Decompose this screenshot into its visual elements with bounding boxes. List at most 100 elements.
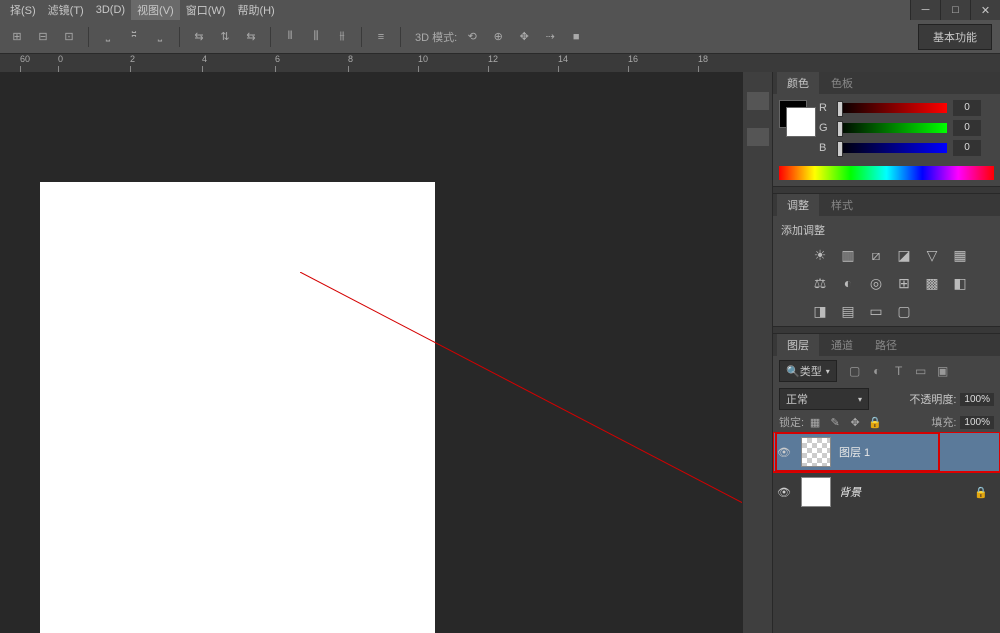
options-bar: ⊞ ⊟ ⊡ ⎵ ⎶ ⎵ ⇆ ⇅ ⇆ ⫴ ⫼ ⫵ ≡ 3D 模式: ⟲ ⊕ ✥ ⇢… <box>0 20 1000 54</box>
horizontal-ruler: 0 60 2 4 6 8 10 12 14 16 18 <box>0 54 1000 72</box>
mode-slide-icon[interactable]: ⇢ <box>539 26 561 48</box>
tab-channels[interactable]: 通道 <box>821 334 863 356</box>
layer-item[interactable]: 👁 图层 1 <box>773 432 1000 472</box>
space-icon-3[interactable]: ⫵ <box>331 26 353 48</box>
mode-orbit-icon[interactable]: ⟲ <box>461 26 483 48</box>
layer-name[interactable]: 背景 <box>839 484 861 500</box>
align-icon-1[interactable]: ⊞ <box>6 26 28 48</box>
align-icon-3[interactable]: ⊡ <box>58 26 80 48</box>
curves-icon[interactable]: ⧄ <box>867 246 885 264</box>
maximize-button[interactable]: □ <box>940 0 970 20</box>
bw-icon[interactable]: ◐ <box>839 274 857 292</box>
workspace-switcher[interactable]: 基本功能 <box>918 24 992 50</box>
filter-smart-icon[interactable]: ▣ <box>935 363 951 379</box>
align-left-icon[interactable]: ⎵ <box>97 26 119 48</box>
lock-transparent-icon[interactable]: ▦ <box>808 415 822 429</box>
layers-panel: 🔍 类型▾ ▢ ◐ T ▭ ▣ 正常▾ 不透明度: 100% <box>773 356 1000 633</box>
b-value[interactable]: 0 <box>953 140 981 156</box>
align-center-icon[interactable]: ⎶ <box>123 26 145 48</box>
menu-filter[interactable]: 滤镜(T) <box>42 0 90 20</box>
opacity-value[interactable]: 100% <box>960 393 994 406</box>
lock-icon: 🔒 <box>974 486 988 499</box>
r-slider[interactable] <box>837 103 947 113</box>
lock-position-icon[interactable]: ✥ <box>848 415 862 429</box>
canvas[interactable] <box>40 182 435 633</box>
threshold-icon[interactable]: ▤ <box>839 302 857 320</box>
fill-value[interactable]: 100% <box>960 416 994 429</box>
tab-adjustments[interactable]: 调整 <box>777 194 819 216</box>
visibility-icon[interactable]: 👁 <box>777 446 793 459</box>
menu-select[interactable]: 择(S) <box>4 0 42 20</box>
menu-bar: 择(S) 滤镜(T) 3D(D) 视图(V) 窗口(W) 帮助(H) <box>0 0 1000 20</box>
tab-color[interactable]: 颜色 <box>777 72 819 94</box>
filter-type-icon[interactable]: T <box>891 363 907 379</box>
gradient-map-icon[interactable]: ▭ <box>867 302 885 320</box>
photo-filter-icon[interactable]: ◎ <box>867 274 885 292</box>
mode-roll-icon[interactable]: ⊕ <box>487 26 509 48</box>
align-right-icon[interactable]: ⎵ <box>149 26 171 48</box>
collapsed-panels-strip <box>742 72 772 633</box>
levels-icon[interactable]: ▥ <box>839 246 857 264</box>
invert-icon[interactable]: ◧ <box>951 274 969 292</box>
filter-adjust-icon[interactable]: ◐ <box>869 363 885 379</box>
posterize-icon[interactable]: ◨ <box>811 302 829 320</box>
distribute-v-icon[interactable]: ⇅ <box>214 26 236 48</box>
layer-filter-kind[interactable]: 🔍 类型▾ <box>779 360 837 382</box>
filter-pixel-icon[interactable]: ▢ <box>847 363 863 379</box>
lock-pixels-icon[interactable]: ✎ <box>828 415 842 429</box>
blend-mode-dropdown[interactable]: 正常▾ <box>779 388 869 410</box>
tab-layers[interactable]: 图层 <box>777 334 819 356</box>
auto-align-icon[interactable]: ≡ <box>370 26 392 48</box>
layers-panel-tabs: 图层 通道 路径 <box>773 334 1000 356</box>
collapsed-panel-icon-1[interactable] <box>747 92 769 110</box>
tab-styles[interactable]: 样式 <box>821 194 863 216</box>
adjustments-panel-tabs: 调整 样式 <box>773 194 1000 216</box>
hue-icon[interactable]: ▦ <box>951 246 969 264</box>
mode-zoom-icon[interactable]: ■ <box>565 26 587 48</box>
close-button[interactable]: ✕ <box>970 0 1000 20</box>
align-icon-2[interactable]: ⊟ <box>32 26 54 48</box>
filter-shape-icon[interactable]: ▭ <box>913 363 929 379</box>
color-panel: R 0 G 0 B 0 <box>773 94 1000 186</box>
window-controls: ─ □ ✕ <box>910 0 1000 20</box>
vibrance-icon[interactable]: ▽ <box>923 246 941 264</box>
lock-all-icon[interactable]: 🔒 <box>868 415 882 429</box>
selective-color-icon[interactable]: ▢ <box>895 302 913 320</box>
menu-view[interactable]: 视图(V) <box>131 0 180 20</box>
b-slider[interactable] <box>837 143 947 153</box>
visibility-icon[interactable]: 👁 <box>777 486 793 499</box>
menu-3d[interactable]: 3D(D) <box>90 2 131 18</box>
collapsed-panel-icon-2[interactable] <box>747 128 769 146</box>
tab-paths[interactable]: 路径 <box>865 334 907 356</box>
distribute-h-icon[interactable]: ⇆ <box>188 26 210 48</box>
distribute-icon-3[interactable]: ⇆ <box>240 26 262 48</box>
menu-window[interactable]: 窗口(W) <box>180 0 232 20</box>
g-slider[interactable] <box>837 123 947 133</box>
g-value[interactable]: 0 <box>953 120 981 136</box>
space-h-icon[interactable]: ⫴ <box>279 26 301 48</box>
menu-help[interactable]: 帮助(H) <box>231 0 280 20</box>
layer-thumbnail[interactable] <box>801 437 831 467</box>
space-v-icon[interactable]: ⫼ <box>305 26 327 48</box>
color-spectrum[interactable] <box>779 166 994 180</box>
color-panel-tabs: 颜色 色板 <box>773 72 1000 94</box>
balance-icon[interactable]: ⚖ <box>811 274 829 292</box>
lookup-icon[interactable]: ▩ <box>923 274 941 292</box>
fill-label: 填充: <box>931 414 956 430</box>
channel-mixer-icon[interactable]: ⊞ <box>895 274 913 292</box>
canvas-area[interactable] <box>0 72 742 633</box>
minimize-button[interactable]: ─ <box>910 0 940 20</box>
r-value[interactable]: 0 <box>953 100 981 116</box>
layer-item[interactable]: 👁 背景 🔒 <box>773 472 1000 512</box>
opacity-label: 不透明度: <box>909 391 956 407</box>
mode-pan-icon[interactable]: ✥ <box>513 26 535 48</box>
brightness-icon[interactable]: ☀ <box>811 246 829 264</box>
layer-name[interactable]: 图层 1 <box>839 444 870 460</box>
tab-swatches[interactable]: 色板 <box>821 72 863 94</box>
foreground-background-swatch[interactable] <box>779 100 807 128</box>
exposure-icon[interactable]: ◪ <box>895 246 913 264</box>
layer-thumbnail[interactable] <box>801 477 831 507</box>
r-label: R <box>819 102 831 114</box>
mode-label: 3D 模式: <box>415 29 457 45</box>
panels-dock: 颜色 色板 R 0 G 0 B 0 <box>772 72 1000 633</box>
